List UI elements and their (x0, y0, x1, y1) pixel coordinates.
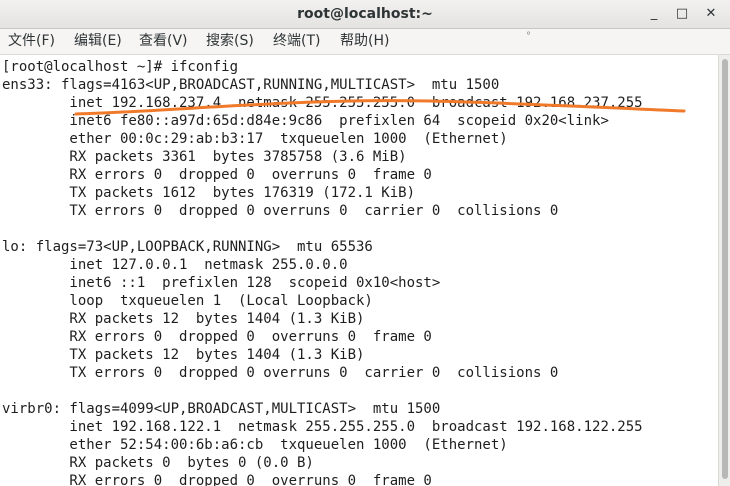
terminal-line: loop txqueuelen 1 (Local Loopback) (2, 293, 373, 309)
terminal-line: TX packets 1612 bytes 176319 (172.1 KiB) (2, 185, 416, 201)
terminal-line: RX packets 3361 bytes 3785758 (3.6 MiB) (2, 149, 407, 165)
terminal-line: inet6 fe80::a97d:65d:d84e:9c86 prefixlen… (2, 113, 609, 129)
window-title: root@localhost:~ (297, 6, 433, 22)
maximize-icon[interactable]: □ (671, 0, 693, 28)
terminal-line: [root@localhost ~]# ifconfig (2, 59, 239, 75)
minimize-icon[interactable]: _ (643, 0, 665, 28)
menu-help[interactable]: 帮助(H) (340, 29, 389, 54)
terminal-line: inet6 ::1 prefixlen 128 scopeid 0x10<hos… (2, 275, 441, 291)
menu-bar: 文件(F) 编辑(E) 查看(V) 搜索(S) 终端(T) 帮助(H) ° (0, 29, 730, 55)
terminal-line: RX errors 0 dropped 0 overruns 0 frame 0 (2, 167, 432, 183)
title-bar[interactable]: root@localhost:~ _ □ ✕ (0, 0, 730, 29)
menu-search[interactable]: 搜索(S) (206, 29, 254, 54)
terminal-line: ether 52:54:00:6b:a6:cb txqueuelen 1000 … (2, 437, 508, 453)
terminal-line: TX packets 12 bytes 1404 (1.3 KiB) (2, 347, 365, 363)
menu-indicator-icon: ° (526, 31, 531, 42)
terminal-line: lo: flags=73<UP,LOOPBACK,RUNNING> mtu 65… (2, 239, 373, 255)
terminal-line: RX packets 12 bytes 1404 (1.3 KiB) (2, 311, 365, 327)
terminal-line: RX errors 0 dropped 0 overruns 0 frame 0 (2, 329, 432, 345)
terminal-line: TX errors 0 dropped 0 overruns 0 carrier… (2, 203, 559, 219)
terminal-scrollbar[interactable] (718, 55, 730, 486)
terminal-line: ether 00:0c:29:ab:b3:17 txqueuelen 1000 … (2, 131, 508, 147)
menu-edit[interactable]: 编辑(E) (74, 29, 122, 54)
terminal-line: RX packets 0 bytes 0 (0.0 B) (2, 455, 314, 471)
terminal-line: inet 192.168.237.4 netmask 255.255.255.0… (2, 95, 643, 111)
terminal-line: inet 192.168.122.1 netmask 255.255.255.0… (2, 419, 643, 435)
terminal-line: TX errors 0 dropped 0 overruns 0 carrier… (2, 365, 559, 381)
terminal-line: inet 127.0.0.1 netmask 255.0.0.0 (2, 257, 348, 273)
terminal-window: root@localhost:~ _ □ ✕ 文件(F) 编辑(E) 查看(V)… (0, 0, 730, 486)
menu-terminal[interactable]: 终端(T) (273, 29, 320, 54)
terminal-line: ens33: flags=4163<UP,BROADCAST,RUNNING,M… (2, 77, 500, 93)
terminal-line: virbr0: flags=4099<UP,BROADCAST,MULTICAS… (2, 401, 441, 417)
terminal-line: RX errors 0 dropped 0 overruns 0 frame 0 (2, 473, 432, 486)
terminal-output[interactable]: [root@localhost ~]# ifconfig ens33: flags… (0, 55, 718, 486)
menu-file[interactable]: 文件(F) (8, 29, 55, 54)
close-icon[interactable]: ✕ (700, 0, 722, 28)
scrollbar-thumb[interactable] (722, 59, 728, 479)
menu-view[interactable]: 查看(V) (139, 29, 188, 54)
